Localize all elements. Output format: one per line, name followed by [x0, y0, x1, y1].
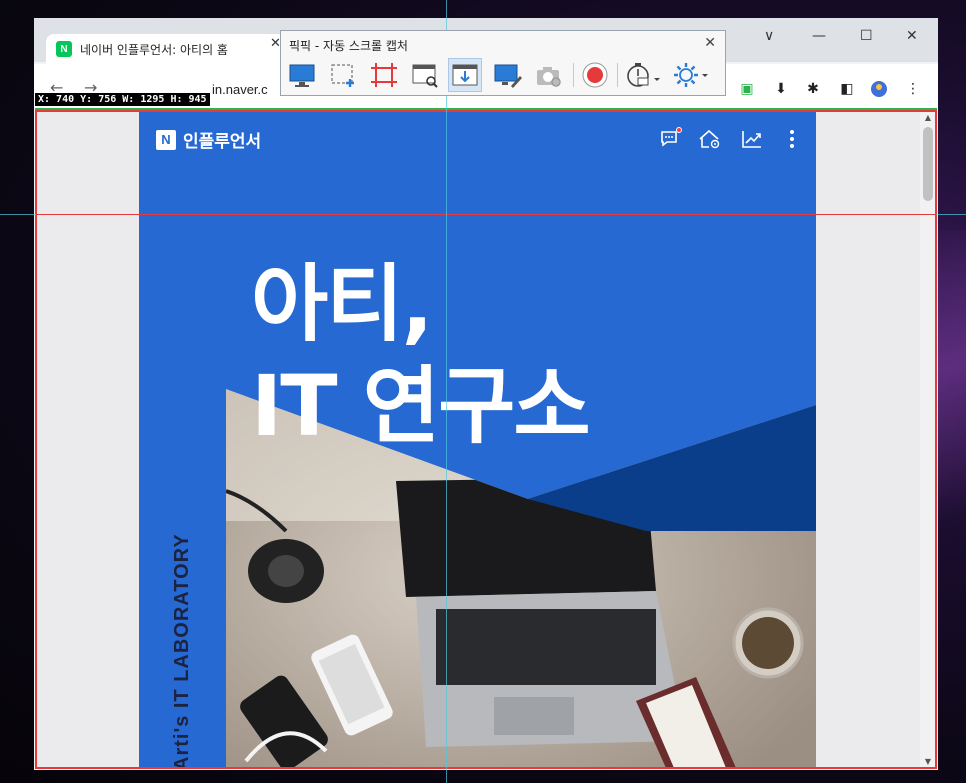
chat-icon[interactable]: [658, 127, 682, 151]
notification-dot: [676, 127, 682, 133]
toolbar-separator: [617, 63, 618, 87]
fixed-region-icon[interactable]: [367, 58, 401, 92]
timer-icon[interactable]: [623, 58, 663, 92]
side-panel-icon[interactable]: ◧: [838, 80, 856, 98]
download-extension-icon[interactable]: ⬇: [772, 80, 790, 98]
close-window-icon[interactable]: ✕: [906, 28, 918, 44]
browser-menu-icon[interactable]: ⋮: [904, 80, 922, 98]
address-bar[interactable]: in.naver.c: [212, 82, 268, 97]
extensions-puzzle-icon[interactable]: ✱: [804, 80, 822, 98]
extension-green-icon[interactable]: ▣: [738, 80, 756, 98]
scroll-position-line: [36, 214, 936, 215]
brand[interactable]: N 인플루언서: [156, 127, 261, 152]
fullscreen-capture-icon[interactable]: [285, 58, 319, 92]
crosshair-vertical: [446, 0, 447, 783]
influencer-page: N 인플루언서 아티, IT 연구소 Arti's IT LABORATORY: [139, 111, 816, 768]
home-settings-icon[interactable]: [698, 127, 722, 151]
vertical-tagline: Arti's IT LABORATORY: [171, 533, 193, 768]
repeat-capture-icon[interactable]: [532, 58, 566, 92]
toolbar-separator: [573, 63, 574, 87]
tab-title: 네이버 인플루언서: 아티의 홈: [80, 42, 228, 57]
minimize-icon[interactable]: —: [812, 28, 826, 44]
scroll-thumb[interactable]: [923, 127, 933, 201]
capture-tool-window: 픽픽 - 자동 스크롤 캡처 ✕: [280, 30, 726, 96]
coordinates-label: X: 740 Y: 756 W: 1295 H: 945: [34, 92, 211, 107]
region-capture-icon[interactable]: [326, 58, 360, 92]
more-options-icon[interactable]: [780, 127, 804, 151]
window-capture-icon[interactable]: [408, 58, 442, 92]
maximize-icon[interactable]: ☐: [860, 28, 873, 44]
settings-icon[interactable]: [671, 58, 711, 92]
scroll-down-icon[interactable]: ▼: [920, 757, 936, 766]
capture-tool-close-icon[interactable]: ✕: [704, 35, 716, 51]
record-icon[interactable]: [578, 58, 612, 92]
naver-favicon-icon: N: [56, 41, 72, 57]
profile-avatar-icon[interactable]: [870, 80, 888, 98]
stats-icon[interactable]: [740, 127, 764, 151]
page-viewport: N 인플루언서 아티, IT 연구소 Arti's IT LABORATORY …: [36, 111, 936, 768]
browser-tab[interactable]: N 네이버 인플루언서: 아티의 홈: [46, 34, 286, 64]
naver-logo-icon: N: [156, 129, 176, 150]
page-scrollbar[interactable]: ▲ ▼: [920, 111, 936, 768]
scroll-capture-icon[interactable]: [448, 58, 482, 92]
brand-label: 인플루언서: [183, 132, 262, 152]
capture-tool-title: 픽픽 - 자동 스크롤 캡처: [289, 39, 408, 53]
page-load-line: [35, 108, 937, 110]
tab-search-icon[interactable]: ∨: [764, 28, 774, 44]
screen-draw-icon[interactable]: [491, 58, 525, 92]
hero-title-line2: IT 연구소: [251, 357, 591, 455]
scroll-up-icon[interactable]: ▲: [920, 113, 936, 122]
